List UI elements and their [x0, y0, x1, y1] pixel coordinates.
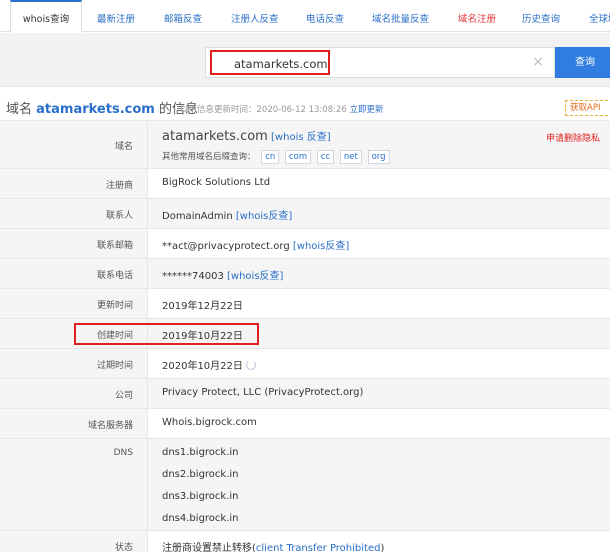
- suffix-chip[interactable]: org: [367, 150, 390, 164]
- email-whois-link[interactable]: [whois反查]: [293, 241, 349, 252]
- dns-value: dns1.bigrock.in: [162, 447, 239, 458]
- expires-text: 2020年10月22日: [162, 361, 243, 372]
- domain-value: atamarkets.com [whois 反查]: [162, 128, 331, 144]
- contact-value: DomainAdmin [whois反查]: [162, 207, 292, 222]
- tab-whois[interactable]: whois查询: [10, 0, 82, 33]
- row-label-cell: 状态: [0, 531, 148, 552]
- row-label-cell: 联系人: [0, 199, 148, 228]
- status-close: ): [380, 543, 385, 552]
- contact-whois-link[interactable]: [whois反查]: [236, 211, 292, 222]
- row-whois-server: 域名服务器 Whois.bigrock.com: [0, 409, 610, 439]
- search-area: atamarkets.com × 查询: [0, 33, 610, 87]
- refresh-icon[interactable]: [245, 360, 256, 370]
- row-label: 联系人: [105, 211, 133, 221]
- row-created: 创建时间 2019年10月22日: [0, 319, 610, 349]
- expires-value: 2020年10月22日: [162, 357, 256, 372]
- suffix-chip[interactable]: net: [339, 150, 362, 164]
- row-label: 域名服务器: [87, 421, 133, 431]
- row-label-cell: 域名服务器: [0, 409, 148, 438]
- tab-registrant-reverse[interactable]: 注册人反查: [231, 0, 279, 32]
- title-prefix: 域名: [6, 102, 37, 117]
- email-text: **act@privacyprotect.org: [162, 241, 293, 252]
- row-status: 状态 注册商设置禁止转移(client Transfer Prohibited): [0, 531, 610, 552]
- update-now-link[interactable]: 立即更新: [349, 105, 383, 115]
- tab-global[interactable]: 全球域: [589, 0, 610, 32]
- update-time-text: 以下信息更新时间：2020-06-12 13:08:26: [180, 105, 350, 115]
- tab-phone-reverse[interactable]: 电话反查: [306, 0, 344, 32]
- row-domain: 域名 atamarkets.com [whois 反查] 其他常用域名后缀查询：…: [0, 121, 610, 169]
- tab-domain-register[interactable]: 域名注册: [458, 0, 496, 32]
- title-domain: atamarkets.com: [36, 102, 155, 117]
- tab-email-reverse[interactable]: 邮箱反查: [164, 0, 202, 32]
- company-value: Privacy Protect, LLC (PrivacyProtect.org…: [162, 387, 364, 398]
- status-value: 注册商设置禁止转移(client Transfer Prohibited): [162, 539, 384, 552]
- get-api-button[interactable]: 获取API: [565, 100, 610, 116]
- updated-value: 2019年12月22日: [162, 301, 243, 312]
- phone-value: ******74003 [whois反查]: [162, 267, 283, 282]
- dns-value: dns2.bigrock.in: [162, 469, 239, 480]
- search-input[interactable]: atamarkets.com ×: [205, 47, 555, 78]
- domain-name: atamarkets.com: [162, 129, 268, 144]
- nav-tabs: whois查询 最新注册 邮箱反查 注册人反查 电话反查 域名批量反查 域名注册…: [0, 0, 610, 33]
- delete-privacy-link[interactable]: 申请删除隐私: [546, 131, 600, 144]
- row-contact: 联系人 DomainAdmin [whois反查]: [0, 199, 610, 229]
- row-label: 域名: [114, 142, 133, 152]
- search-input-value[interactable]: atamarkets.com: [210, 50, 330, 75]
- status-text: 注册商设置禁止转移(: [162, 543, 256, 552]
- row-label-cell: 注册商: [0, 169, 148, 198]
- registrar-value: BigRock Solutions Ltd: [162, 177, 271, 188]
- row-expires: 过期时间 2020年10月22日: [0, 349, 610, 379]
- row-dns: DNS dns1.bigrock.in dns2.bigrock.in dns3…: [0, 439, 610, 531]
- status-link[interactable]: client Transfer Prohibited: [256, 543, 381, 552]
- clear-icon[interactable]: ×: [532, 54, 544, 70]
- row-registrar: 注册商 BigRock Solutions Ltd: [0, 169, 610, 199]
- highlight-box: [74, 323, 259, 345]
- page-title: 域名 atamarkets.com 的信息: [6, 98, 198, 117]
- other-suffix-label: 其他常用域名后缀查询：: [162, 152, 256, 162]
- whois-table: 域名 atamarkets.com [whois 反查] 其他常用域名后缀查询：…: [0, 120, 610, 552]
- row-label-cell: 域名: [0, 121, 148, 168]
- whois-reverse-link[interactable]: [whois 反查]: [271, 132, 331, 143]
- row-label-cell: 更新时间: [0, 289, 148, 318]
- row-email: 联系邮箱 **act@privacyprotect.org [whois反查]: [0, 229, 610, 259]
- row-label: 联系电话: [96, 271, 133, 281]
- row-label: 过期时间: [96, 361, 133, 371]
- row-phone: 联系电话 ******74003 [whois反查]: [0, 259, 610, 289]
- dns-value: dns3.bigrock.in: [162, 491, 239, 502]
- row-label: 联系邮箱: [96, 241, 133, 251]
- row-label-cell: 公司: [0, 379, 148, 408]
- suffix-chip[interactable]: com: [284, 150, 312, 164]
- row-label: 状态: [114, 543, 133, 552]
- row-company: 公司 Privacy Protect, LLC (PrivacyProtect.…: [0, 379, 610, 409]
- whois-server-value: Whois.bigrock.com: [162, 417, 257, 428]
- row-label-cell: DNS: [0, 439, 148, 530]
- row-updated: 更新时间 2019年12月22日: [0, 289, 610, 319]
- email-value: **act@privacyprotect.org [whois反查]: [162, 237, 349, 252]
- search-button[interactable]: 查询: [555, 47, 610, 78]
- row-label: 注册商: [105, 181, 133, 191]
- suffix-chip[interactable]: cc: [316, 150, 335, 164]
- row-label: 公司: [114, 391, 133, 401]
- suffix-chip[interactable]: cn: [261, 150, 280, 164]
- row-label: DNS: [113, 448, 133, 458]
- tab-history[interactable]: 历史查询: [522, 0, 560, 32]
- update-note: 以下信息更新时间：2020-06-12 13:08:26 立即更新: [180, 103, 384, 115]
- tab-bulk-reverse[interactable]: 域名批量反查: [372, 0, 429, 32]
- phone-whois-link[interactable]: [whois反查]: [227, 271, 283, 282]
- row-label-cell: 过期时间: [0, 349, 148, 378]
- other-suffixes: 其他常用域名后缀查询： cn com cc net org: [162, 150, 390, 164]
- phone-text: ******74003: [162, 271, 227, 282]
- row-label: 更新时间: [96, 301, 133, 311]
- contact-text: DomainAdmin: [162, 211, 236, 222]
- row-label-cell: 联系电话: [0, 259, 148, 288]
- tab-latest-registered[interactable]: 最新注册: [97, 0, 135, 32]
- info-header: 域名 atamarkets.com 的信息 以下信息更新时间：2020-06-1…: [0, 96, 610, 118]
- row-label-cell: 联系邮箱: [0, 229, 148, 258]
- dns-value: dns4.bigrock.in: [162, 513, 239, 524]
